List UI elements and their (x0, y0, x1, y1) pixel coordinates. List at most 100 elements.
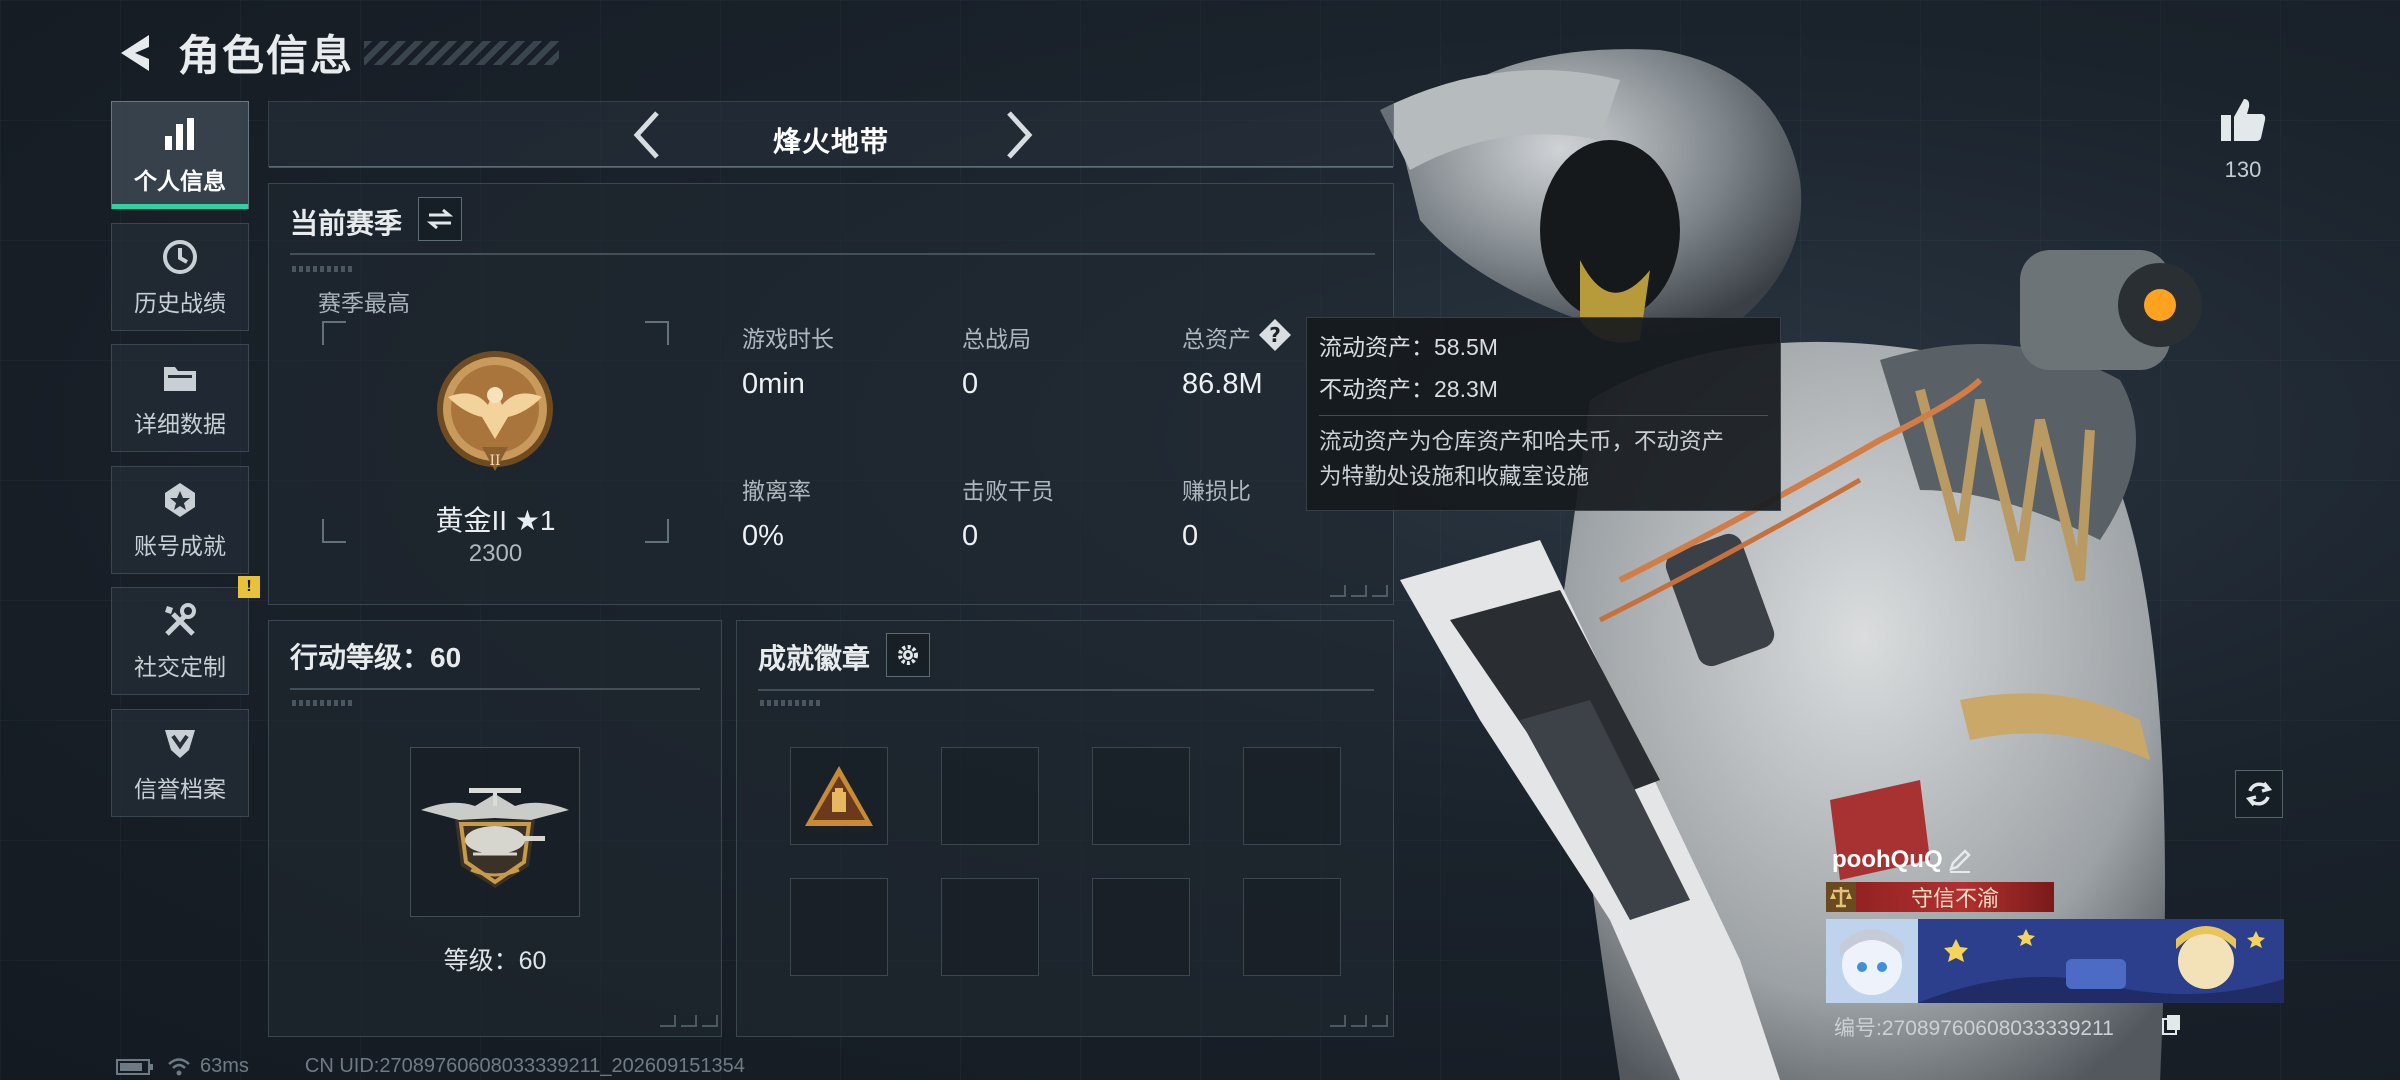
stat-value: 0 (1182, 520, 1199, 552)
nav-item-history[interactable]: 历史战绩 (111, 222, 249, 331)
badge-slot[interactable] (790, 747, 888, 845)
svg-text:II: II (489, 453, 500, 469)
help-icon[interactable]: ? (1258, 318, 1292, 352)
stat-label: 撤离率 (742, 478, 811, 504)
player-name: poohQuQ (1832, 846, 1943, 873)
stat-label: 总资产 (1182, 326, 1251, 352)
panel-ticks (292, 700, 352, 706)
nav-label: 详细数据 (134, 411, 226, 437)
panel-corner-marks (1330, 1015, 1388, 1027)
season-best-label: 赛季最高 (318, 290, 410, 316)
tooltip-liquid-assets: 流动资产：58.5M (1319, 334, 1498, 360)
scales-icon (1826, 882, 1856, 912)
badge-slot[interactable] (941, 878, 1039, 976)
nav-item-personal-info[interactable]: 个人信息 (111, 101, 249, 209)
rank-name: 黄金II ★1 (435, 505, 556, 536)
stat-value: 0 (962, 368, 979, 400)
tooltip-divider (1319, 415, 1768, 416)
achievement-icon (165, 482, 195, 517)
chevron-right-icon (1007, 111, 1033, 159)
mode-next-button[interactable] (995, 110, 1045, 160)
stat-value: 0min (742, 368, 805, 400)
svg-text:?: ? (1269, 323, 1281, 347)
tools-icon (165, 603, 196, 636)
badge-slot[interactable] (1092, 747, 1190, 845)
nav-item-detailed-data[interactable]: 详细数据 (111, 344, 249, 452)
stat-label: 总战局 (962, 326, 1031, 352)
pyramid-badge-icon (805, 766, 873, 826)
stat-label: 赚损比 (1182, 478, 1251, 504)
player-id: 编号:270897606080333392​11 (1834, 1017, 2114, 1040)
copy-icon[interactable] (2160, 1012, 2184, 1036)
rank-gold-emblem: II (437, 351, 553, 471)
player-title-tag[interactable]: 守信不渝 (1826, 882, 2054, 912)
swap-icon (427, 208, 453, 230)
badge-slot[interactable] (1092, 878, 1190, 976)
tooltip-fixed-assets: 不动资产：28.3M (1319, 376, 1498, 402)
thumbs-up-icon[interactable] (2218, 95, 2268, 145)
wifi-icon (168, 1057, 190, 1075)
tooltip-description-1: 流动资产为仓库资产和哈夫币，不动资产 (1319, 429, 1725, 454)
anime-banner-art (1826, 919, 2284, 1003)
assets-tooltip: 流动资产：58.5M 不动资产：28.3M 流动资产为仓库资产和哈夫币，不动资产… (1306, 317, 1781, 511)
nav-item-credit-record[interactable]: 信誉档案 (111, 708, 249, 817)
badge-slot[interactable] (1243, 878, 1341, 976)
edit-pencil-icon[interactable] (1946, 846, 1974, 874)
badge-slot[interactable] (941, 747, 1039, 845)
nav-item-achievements[interactable]: 账号成就 (111, 465, 249, 574)
stat-total-assets: 总资产 86.8M (1182, 320, 1263, 401)
folder-icon (164, 367, 196, 391)
gear-icon (898, 645, 918, 665)
notification-badge: ! (238, 576, 260, 598)
stat-value: 86.8M (1182, 368, 1263, 400)
badge-slot[interactable] (1243, 747, 1341, 845)
stat-kills: 击败干员 0 (962, 472, 1054, 553)
panel-corner-marks (660, 1015, 718, 1027)
season-title: 当前赛季 (290, 208, 403, 239)
refresh-icon (2245, 781, 2273, 807)
stat-extract-rate: 撤离率 0% (742, 472, 811, 553)
tooltip-description-2: 为特勤处设施和收藏室设施 (1319, 464, 1590, 489)
refresh-button[interactable] (2235, 770, 2283, 818)
season-divider (290, 253, 1375, 255)
mode-underline (269, 166, 1393, 168)
title-decoration (364, 40, 560, 65)
stat-value: 0% (742, 520, 784, 552)
header: 角色信息 (112, 22, 560, 83)
badges-divider (758, 689, 1374, 691)
history-icon (163, 239, 197, 274)
battery-icon (116, 1058, 153, 1075)
bar-chart-icon (165, 118, 194, 150)
level-divider (290, 688, 700, 690)
nav-label: 历史战绩 (134, 289, 226, 316)
ping-value: 63ms (200, 1055, 249, 1077)
title-tag-label: 守信不渝 (1910, 886, 1999, 911)
stat-profit-ratio: 赚损比 0 (1182, 472, 1251, 553)
like-count: 130 (2224, 157, 2262, 182)
uid-text: CN UID:270897606080333392​11_20260915135… (304, 1055, 745, 1077)
badges-title: 成就徽章 (758, 643, 871, 674)
side-nav: 个人信息 历史战绩 详细数据 账号成就 社交定制 ! 信誉档案 (111, 101, 260, 830)
badges-settings-button[interactable] (886, 633, 930, 677)
panel-ticks (760, 700, 820, 706)
level-text: 等级：60 (443, 947, 547, 975)
nav-label: 个人信息 (134, 168, 226, 194)
nav-item-social-custom[interactable]: 社交定制 ! (111, 576, 260, 695)
mode-selector: 烽火地带 (268, 101, 1394, 168)
level-title: 行动等级：60 (290, 642, 462, 673)
nav-label: 社交定制 (134, 654, 226, 680)
stat-label: 击败干员 (962, 478, 1054, 504)
badge-slot[interactable] (790, 878, 888, 976)
helicopter-emblem (421, 788, 569, 888)
stat-label: 游戏时长 (742, 326, 834, 352)
page-title: 角色信息 (178, 32, 355, 79)
player-banner[interactable] (1826, 919, 2284, 1003)
status-bar: 63ms CN UID:270897606080333392​11_202609… (116, 1055, 745, 1078)
back-arrow-icon (121, 34, 149, 71)
level-emblem-frame (410, 747, 580, 917)
season-switch-button[interactable] (418, 197, 462, 241)
stat-total-matches: 总战局 0 (962, 320, 1031, 401)
back-button[interactable] (112, 28, 156, 78)
stat-value: 0 (962, 520, 979, 552)
mode-title: 烽火地带 (772, 126, 889, 157)
